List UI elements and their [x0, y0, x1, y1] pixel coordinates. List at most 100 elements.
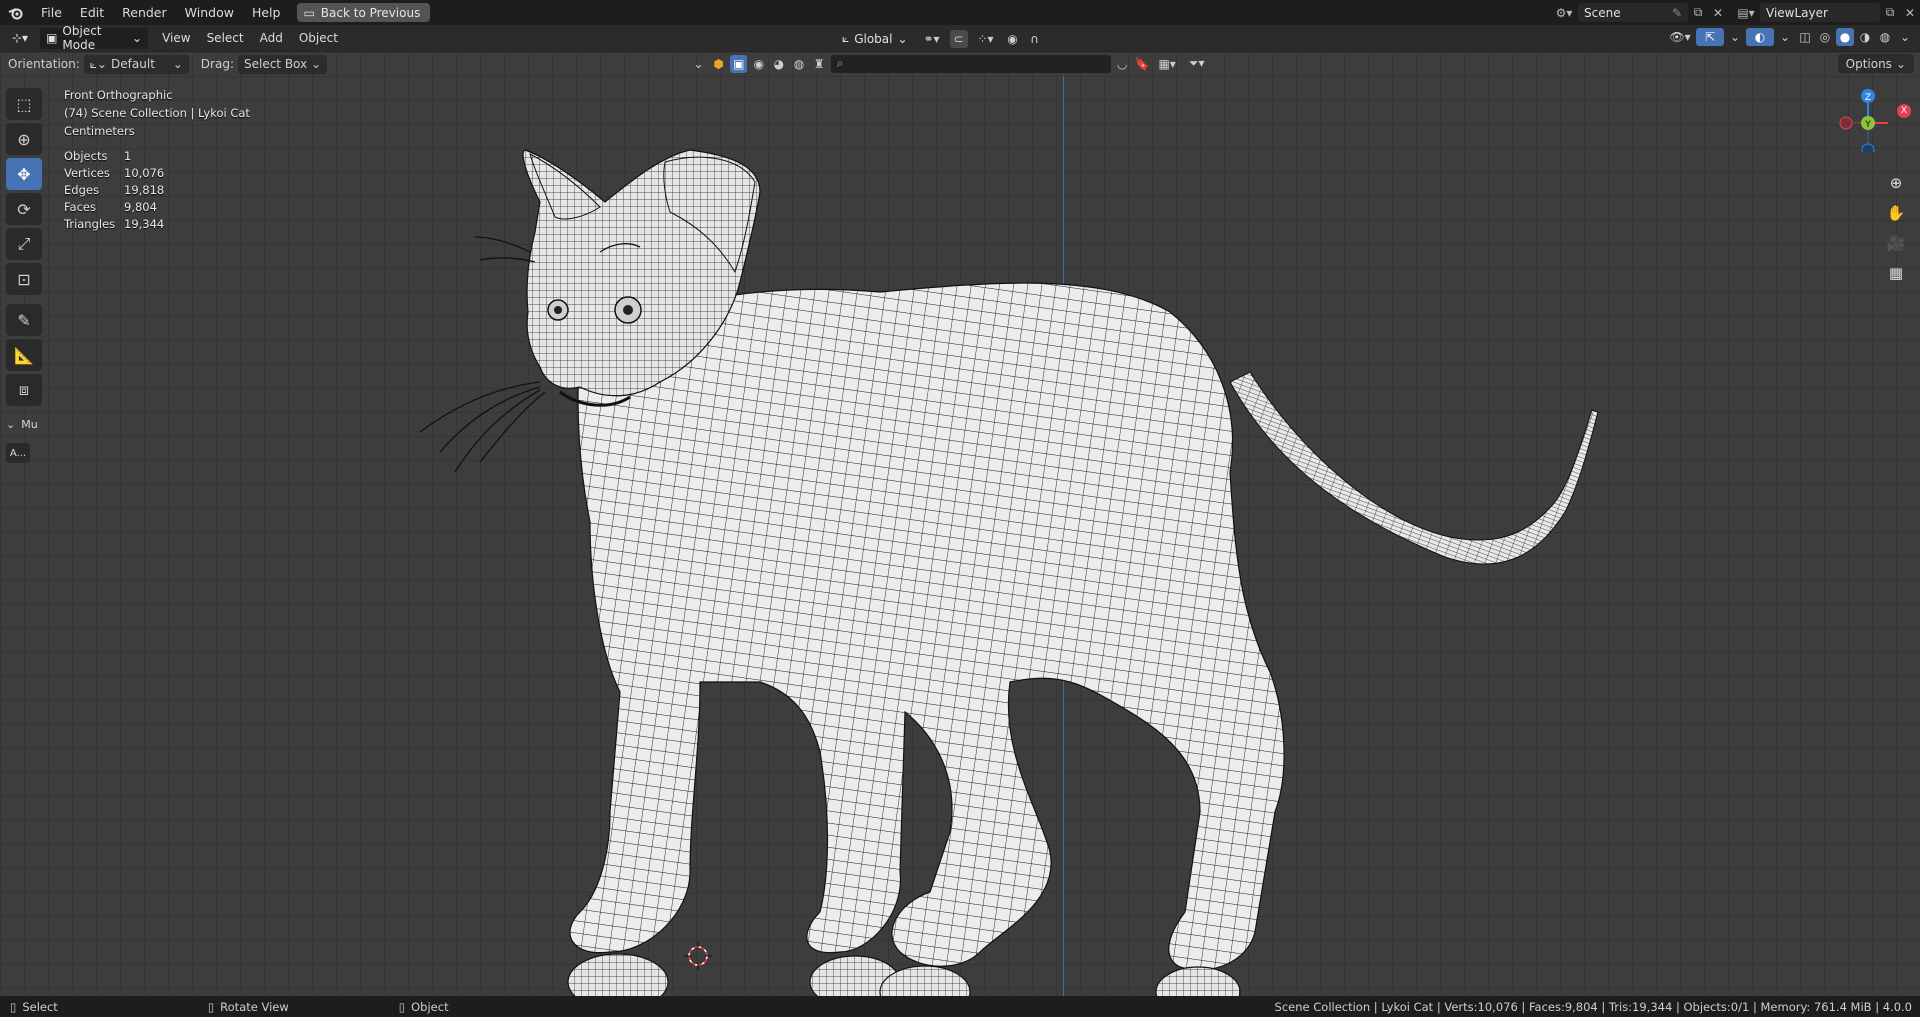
pivot-point-icon[interactable]: ⚭▾: [918, 30, 946, 48]
snap-target-icon[interactable]: ⁘▾: [972, 30, 1000, 48]
view-name: Front Orthographic: [64, 88, 173, 102]
stat-value: 1: [124, 149, 132, 163]
status-select: ▯ Select: [0, 1000, 58, 1014]
wireframe-shading-icon[interactable]: ◎: [1816, 28, 1834, 46]
view-layer-field[interactable]: ViewLayer: [1760, 3, 1880, 22]
zoom-icon[interactable]: ⊕: [1882, 170, 1910, 196]
transform-orientation-dropdown[interactable]: ⟀ Global ⌄: [836, 28, 914, 49]
perspective-grid-icon[interactable]: ▦: [1882, 260, 1910, 286]
viewport-header: ⊹▾ ▣ Object Mode ⌄ View Select Add Objec…: [0, 24, 1920, 52]
blender-logo-icon[interactable]: [0, 0, 32, 25]
menu-edit[interactable]: Edit: [71, 0, 113, 25]
chevron-down-icon: ⌄: [132, 31, 143, 45]
overlay-dropdown-icon[interactable]: ⌄: [1776, 28, 1794, 46]
proportional-edit-icon[interactable]: ◉: [1004, 30, 1022, 48]
mouse-right-icon: ▯: [398, 999, 406, 1014]
new-scene-icon[interactable]: ⧉: [1688, 3, 1708, 22]
units-label: Centimeters: [64, 124, 135, 138]
scale-tool-icon[interactable]: ⤢: [6, 228, 42, 260]
gizmo-neg-x-axis[interactable]: [1839, 116, 1853, 130]
gizmo-toggle-icon[interactable]: ⇱: [1696, 28, 1724, 46]
gizmo-z-label: Z: [1865, 93, 1871, 103]
xray-icon[interactable]: ◫: [1796, 28, 1814, 46]
status-select-label: Select: [22, 999, 58, 1014]
annotate-tool-icon[interactable]: ✎: [6, 304, 42, 336]
stat-label: Edges: [64, 183, 99, 197]
measure-tool-icon[interactable]: 📐: [6, 339, 42, 371]
add-cube-tool-icon[interactable]: ⧈: [6, 374, 42, 406]
gizmo-x-label: X: [1897, 104, 1911, 118]
status-bar: ▯ Select ▯ Rotate View ▯ Object Scene Co…: [0, 996, 1920, 1017]
menu-file[interactable]: File: [32, 0, 71, 25]
menu-view[interactable]: View: [154, 31, 198, 45]
gizmo-x-label-wrap[interactable]: X: [1888, 98, 1920, 124]
panel-header[interactable]: ⌄ Mu: [6, 418, 42, 431]
cat-mesh[interactable]: [0, 52, 1920, 996]
new-view-layer-icon[interactable]: ⧉: [1880, 3, 1900, 22]
falloff-icon[interactable]: ∩: [1026, 30, 1044, 48]
status-rotate: ▯ Rotate View: [198, 1000, 289, 1014]
3d-viewport[interactable]: Orientation: ⟀⌄ Default ⌄ Drag: Select B…: [0, 52, 1920, 996]
scene-selector-group: ⚙▾ Scene ✎ ⧉ ✕ ▤▾ ViewLayer ⧉ ✕: [1554, 0, 1920, 25]
menu-render[interactable]: Render: [113, 0, 176, 25]
scene-name-field[interactable]: Scene ✎: [1578, 3, 1688, 22]
rotate-tool-icon[interactable]: ⟳: [6, 193, 42, 225]
cursor-tool-icon[interactable]: ⊕: [6, 123, 42, 155]
view-layer-browse-icon[interactable]: ▤▾: [1736, 3, 1756, 22]
back-to-previous-button[interactable]: ▭ Back to Previous: [297, 3, 431, 22]
chevron-down-icon: ⌄: [6, 418, 16, 431]
move-tool-icon[interactable]: ✥: [6, 158, 42, 190]
tool-shelf: ⬚ ⊕ ✥ ⟳ ⤢ ⊡ ✎ 📐 ⧈ ⌄ Mu A...: [6, 88, 42, 463]
remove-scene-icon[interactable]: ✕: [1708, 3, 1728, 22]
mouse-middle-icon: ▯: [207, 999, 215, 1014]
navigation-gizmo[interactable]: Z Y: [1818, 82, 1888, 152]
top-bar: File Edit Render Window Help ▭ Back to P…: [0, 0, 1920, 25]
transform-controls: ⟀ Global ⌄ ⚭▾ ⊂ ⁘▾ ◉ ∩: [836, 28, 1044, 49]
menu-select[interactable]: Select: [199, 31, 252, 45]
solid-shading-icon[interactable]: ●: [1836, 28, 1854, 46]
orientation-icon: ⟀: [842, 31, 850, 45]
menu-object[interactable]: Object: [291, 31, 346, 45]
status-rotate-label: Rotate View: [220, 999, 289, 1014]
remove-view-layer-icon[interactable]: ✕: [1900, 3, 1920, 22]
pin-icon[interactable]: ✎: [1672, 6, 1682, 20]
chevron-down-icon: ⌄: [897, 31, 908, 46]
panel-label: Mu: [21, 418, 38, 431]
visibility-icon[interactable]: 👁▾: [1666, 28, 1694, 46]
menu-add[interactable]: Add: [252, 31, 291, 45]
stat-label: Faces: [64, 200, 96, 214]
stat-label: Triangles: [64, 217, 116, 231]
transform-tool-icon[interactable]: ⊡: [6, 263, 42, 295]
object-mode-icon: ▣: [46, 31, 58, 45]
viewport-shading-controls: 👁▾ ⇱ ⌄ ◐ ⌄ ◫ ◎ ● ◑ ◍ ⌄: [1666, 28, 1914, 46]
select-box-tool-icon[interactable]: ⬚: [6, 88, 42, 120]
collection-name: (74) Scene Collection | Lykoi Cat: [64, 106, 250, 120]
stats-table: Objects 1 Vertices 10,076 Edges 19,818 Face…: [64, 148, 250, 233]
stat-value: 10,076: [124, 166, 165, 180]
rendered-shading-icon[interactable]: ◍: [1876, 28, 1894, 46]
overlay-toggle-icon[interactable]: ◐: [1746, 28, 1774, 46]
menu-window[interactable]: Window: [176, 0, 243, 25]
pan-hand-icon[interactable]: ✋: [1882, 200, 1910, 226]
back-label: Back to Previous: [320, 5, 421, 20]
scene-browse-icon[interactable]: ⚙▾: [1554, 3, 1574, 22]
shading-dropdown-icon[interactable]: ⌄: [1896, 28, 1914, 46]
gizmo-dropdown-icon[interactable]: ⌄: [1726, 28, 1744, 46]
editor-type-icon: ⊹▾: [12, 31, 29, 45]
editor-type-dropdown[interactable]: ⊹▾: [6, 28, 34, 49]
view-layer-name: ViewLayer: [1766, 5, 1828, 20]
menu-help[interactable]: Help: [243, 0, 290, 25]
panel-button[interactable]: A...: [6, 443, 30, 463]
3d-cursor-icon[interactable]: [684, 942, 712, 970]
material-shading-icon[interactable]: ◑: [1856, 28, 1874, 46]
snap-icon[interactable]: ⊂: [949, 29, 968, 48]
gizmo-neg-z-axis[interactable]: [1861, 143, 1875, 152]
stat-value: 19,344: [124, 217, 165, 231]
stat-value: 9,804: [124, 200, 157, 214]
stat-label: Vertices: [64, 166, 110, 180]
status-object: ▯ Object: [389, 1000, 449, 1014]
camera-icon[interactable]: 🎥: [1882, 230, 1910, 256]
mode-label: Object Mode: [62, 24, 102, 52]
status-info: Scene Collection | Lykoi Cat | Verts:10,…: [1274, 999, 1912, 1014]
mode-dropdown[interactable]: ▣ Object Mode ⌄: [40, 24, 149, 52]
